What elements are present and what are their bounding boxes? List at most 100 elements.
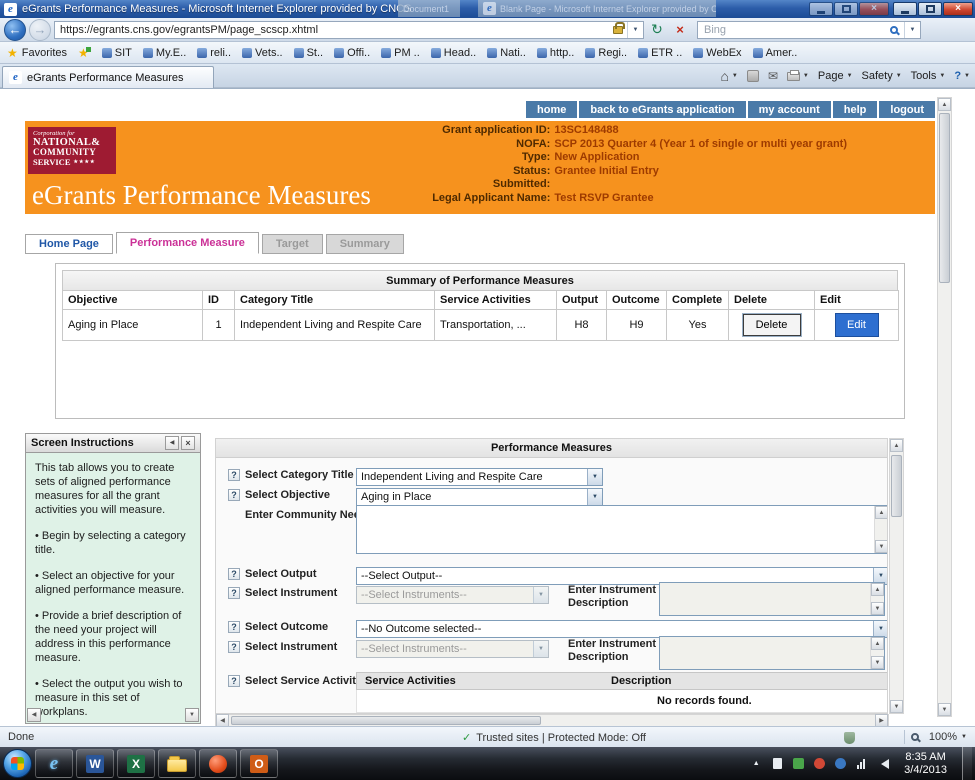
browser-tab[interactable]: e eGrants Performance Measures [2,66,214,88]
scroll-down-button[interactable]: ▼ [185,708,199,722]
tray-security-icon[interactable] [791,757,805,771]
taskbar-outlook-button[interactable]: O [240,749,278,778]
maximize-button[interactable] [834,2,858,16]
scrollbar-thumb[interactable] [891,455,902,517]
taskbar-explorer-button[interactable] [158,749,196,778]
taskbar-word-button[interactable]: W [76,749,114,778]
search-input[interactable]: Bing ▼ [697,21,921,39]
nav-my-account-button[interactable]: my account [748,101,831,118]
print-button[interactable]: ▼ [787,72,809,81]
scroll-up-button[interactable]: ▲ [938,98,951,111]
stop-button[interactable]: × [670,20,690,40]
help-icon[interactable]: ? [228,621,240,633]
help-icon[interactable]: ? [228,587,240,599]
maximize-button[interactable] [918,2,942,16]
search-dropdown-button[interactable]: ▼ [904,22,920,38]
scroll-up-button[interactable]: ▲ [875,506,888,519]
favorites-bar-link[interactable]: Head.. [431,47,476,59]
tab-performance-measure[interactable]: Performance Measure [116,232,259,254]
start-button[interactable] [3,749,32,778]
refresh-button[interactable]: ↻ [647,20,667,40]
hidden-icons-button[interactable]: ▲ [749,757,763,771]
close-button[interactable]: × [943,2,973,16]
home-button[interactable]: ⌂▼ [720,69,737,83]
favorites-bar-link[interactable]: Regi.. [585,47,627,59]
favorites-bar-link[interactable]: reli.. [197,47,231,59]
background-window-chip[interactable]: Document1 [398,0,460,17]
select-arrow-button[interactable]: ▼ [873,621,888,637]
delete-button[interactable]: Delete [743,314,801,336]
favorites-bar-link[interactable]: SIT [102,47,132,59]
chevron-down-icon: ▼ [803,73,809,79]
community-need-textarea[interactable]: ▲ ▼ [356,505,888,554]
scroll-down-button[interactable]: ▼ [890,700,903,713]
scroll-left-button[interactable]: ◀ [27,708,41,722]
tray-document-icon[interactable] [770,757,784,771]
page-menu-button[interactable]: Page▼ [818,70,853,82]
panel-close-button[interactable]: × [181,436,195,450]
tray-alert-icon[interactable] [812,757,826,771]
scroll-down-button[interactable]: ▼ [938,703,951,716]
textarea-scrollbar[interactable]: ▲ ▼ [874,506,888,553]
tray-app-icon[interactable] [833,757,847,771]
collapse-left-button[interactable]: ◀ [165,436,179,450]
favorites-bar-link[interactable]: http.. [537,47,574,59]
help-icon[interactable]: ? [228,469,240,481]
volume-icon[interactable] [875,757,889,771]
zoom-control[interactable]: 100% ▼ [904,730,967,744]
safety-menu-button[interactable]: Safety▼ [862,70,902,82]
scrollbar-thumb[interactable] [231,716,541,725]
search-icon[interactable] [890,26,898,34]
scroll-down-button[interactable]: ▼ [875,540,888,553]
tab-home-page[interactable]: Home Page [25,234,113,254]
show-desktop-button[interactable] [962,747,972,780]
feeds-button[interactable] [747,70,759,82]
help-icon[interactable]: ? [228,641,240,653]
help-icon[interactable]: ? [228,568,240,580]
back-button[interactable]: ← [4,19,26,41]
favorites-bar-link[interactable]: Vets.. [242,47,283,59]
help-menu-button[interactable]: ?▼ [954,70,970,82]
select-arrow-button[interactable]: ▼ [587,469,602,485]
taskbar-excel-button[interactable]: X [117,749,155,778]
scroll-up-button[interactable]: ▲ [890,439,903,452]
favorites-bar-link[interactable]: PM .. [381,47,420,59]
tools-menu-button[interactable]: Tools▼ [911,70,946,82]
edit-button[interactable]: Edit [835,313,879,337]
scrollbar-thumb[interactable] [939,113,950,283]
forward-button[interactable]: → [29,19,51,41]
help-icon[interactable]: ? [228,489,240,501]
form-vertical-scrollbar[interactable]: ▲ ▼ [889,438,904,714]
favorites-bar-link[interactable]: St.. [294,47,324,59]
nav-logout-button[interactable]: logout [879,101,935,118]
minimize-button[interactable] [809,2,833,16]
favorites-bar-link[interactable]: Amer.. [753,47,798,59]
taskbar-media-button[interactable] [199,749,237,778]
nav-help-button[interactable]: help [833,101,878,118]
taskbar-ie-button[interactable]: e [35,749,73,778]
taskbar-clock[interactable]: 8:35 AM 3/4/2013 [896,751,955,776]
url-field[interactable]: https://egrants.cns.gov/egrantsPM/page_s… [54,21,644,39]
security-zone-info[interactable]: ✓ Trusted sites | Protected Mode: Off [462,731,646,744]
url-dropdown-button[interactable]: ▼ [627,22,643,38]
select-arrow-button[interactable]: ▼ [587,489,602,505]
add-favorite-button[interactable]: ★ [78,47,91,59]
category-title-select[interactable]: Independent Living and Respite Care ▼ [356,468,603,486]
favorites-bar-link[interactable]: My.E.. [143,47,186,59]
shield-icon[interactable] [844,732,855,744]
network-icon[interactable] [854,757,868,771]
favorites-button[interactable]: ★ Favorites [7,47,67,59]
minimize-button[interactable] [893,2,917,16]
nav-back-to-egrants-button[interactable]: back to eGrants application [579,101,745,118]
favorites-bar-link[interactable]: Offi.. [334,47,370,59]
browser-vertical-scrollbar[interactable]: ▲ ▼ [937,97,952,717]
favorites-bar-link[interactable]: ETR .. [638,47,682,59]
background-window-chip[interactable]: e Blank Page - Microsoft Internet Explor… [478,0,716,17]
help-icon[interactable]: ? [228,675,240,687]
favorites-bar-link[interactable]: WebEx [693,47,741,59]
nav-home-button[interactable]: home [526,101,577,118]
read-mail-button[interactable]: ✉ [768,69,778,83]
objective-select[interactable]: Aging in Place ▼ [356,488,603,506]
close-button[interactable]: × [859,2,889,16]
favorites-bar-link[interactable]: Nati.. [487,47,526,59]
